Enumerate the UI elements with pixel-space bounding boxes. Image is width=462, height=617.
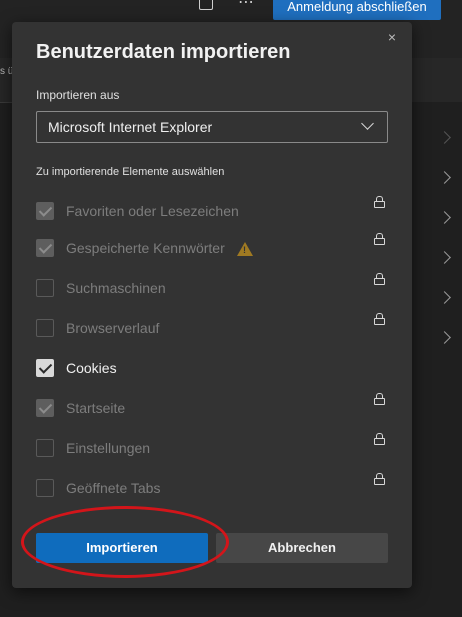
checkbox[interactable]	[36, 202, 54, 220]
import-item-favorites: Favoriten oder Lesezeichen	[36, 196, 386, 224]
settings-list-background	[412, 102, 462, 617]
checkmark-icon	[38, 240, 53, 254]
warning-icon[interactable]: !	[237, 242, 253, 256]
import-item-homepage: Startseite	[36, 393, 386, 421]
import-button[interactable]: Importieren	[36, 533, 208, 563]
checkmark-icon	[38, 400, 53, 414]
item-label: Geöffnete Tabs	[66, 480, 161, 496]
item-label: Favoriten oder Lesezeichen	[66, 203, 239, 219]
import-item-passwords: Gespeicherte Kennwörter !	[36, 233, 386, 261]
checkmark-icon	[38, 360, 53, 374]
import-source-value: Microsoft Internet Explorer	[48, 119, 213, 135]
import-item-cookies: Cookies	[36, 359, 386, 381]
item-label: Gespeicherte Kennwörter	[66, 240, 225, 256]
dialog-title: Benutzerdaten importieren	[36, 41, 291, 63]
checkmark-icon	[38, 203, 53, 217]
checkbox[interactable]	[36, 359, 54, 377]
item-label: Einstellungen	[66, 440, 151, 456]
lock-icon	[374, 196, 385, 208]
chevron-down-icon	[361, 117, 374, 130]
import-item-open-tabs: Geöffnete Tabs	[36, 473, 386, 501]
import-item-history: Browserverlauf	[36, 313, 386, 341]
items-section-label: Zu importierende Elemente auswählen	[36, 166, 225, 178]
more-options-icon[interactable]: ⋯	[238, 0, 255, 12]
import-source-label: Importieren aus	[36, 88, 120, 102]
lock-icon	[374, 313, 385, 325]
item-label: Cookies	[66, 360, 117, 376]
checkbox[interactable]	[36, 319, 54, 337]
window-square-icon[interactable]	[199, 0, 213, 10]
item-label: Browserverlauf	[66, 320, 160, 336]
lock-icon	[374, 233, 385, 245]
close-icon[interactable]: ×	[385, 30, 399, 44]
checkbox[interactable]	[36, 239, 54, 257]
checkbox[interactable]	[36, 399, 54, 417]
checkbox[interactable]	[36, 439, 54, 457]
cancel-button[interactable]: Abbrechen	[216, 533, 388, 563]
import-item-search-engines: Suchmaschinen	[36, 273, 386, 301]
import-source-select[interactable]: Microsoft Internet Explorer	[36, 111, 388, 143]
import-dialog: × Benutzerdaten importieren Importieren …	[12, 22, 412, 588]
checkbox[interactable]	[36, 279, 54, 297]
lock-icon	[374, 473, 385, 485]
lock-icon	[374, 273, 385, 285]
item-label: Startseite	[66, 400, 126, 416]
import-item-settings: Einstellungen	[36, 433, 386, 461]
lock-icon	[374, 433, 385, 445]
checkbox[interactable]	[36, 479, 54, 497]
lock-icon	[374, 393, 385, 405]
finish-signin-button[interactable]: Anmeldung abschließen	[273, 0, 441, 20]
item-label: Suchmaschinen	[66, 280, 166, 296]
